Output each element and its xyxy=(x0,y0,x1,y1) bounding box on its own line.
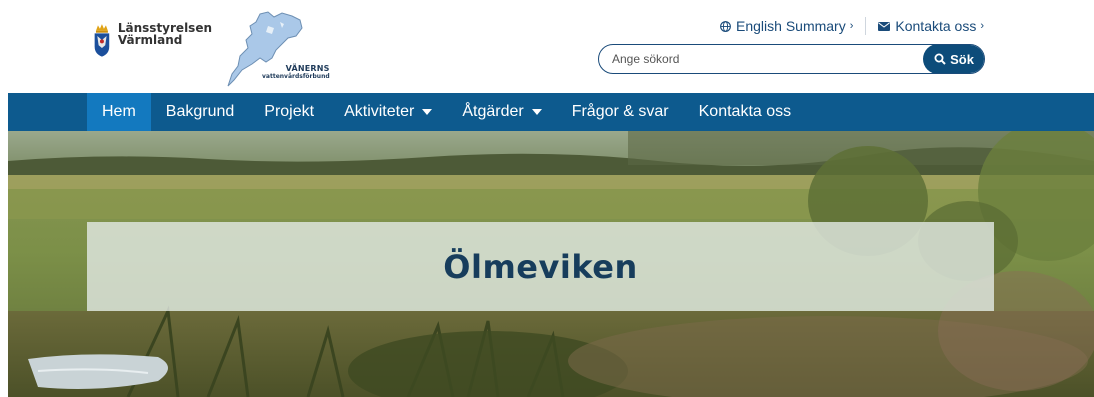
chevron-right-icon: › xyxy=(980,20,984,32)
search-icon xyxy=(934,53,946,65)
nav-item-aktiviteter[interactable]: Aktiviteter xyxy=(329,93,447,131)
logo-text: Länsstyrelsen Värmland xyxy=(118,22,212,46)
logo-line2: Värmland xyxy=(117,33,183,47)
envelope-icon xyxy=(878,21,891,31)
nav-item-projekt[interactable]: Projekt xyxy=(249,93,329,131)
contact-label: Kontakta oss xyxy=(895,18,977,34)
page-title: Ölmeviken xyxy=(443,247,638,286)
chevron-right-icon: › xyxy=(849,20,854,32)
site-header: Länsstyrelsen Värmland VÄNERNS vattenvår… xyxy=(0,0,1094,93)
english-summary-link[interactable]: English Summary › xyxy=(720,18,853,34)
coat-of-arms-icon xyxy=(94,24,110,57)
divider xyxy=(865,17,867,35)
nav-item-label: Hem xyxy=(102,103,136,120)
nav-item-fragor-svar[interactable]: Frågor & svar xyxy=(557,93,684,131)
top-links: English Summary › Kontakta oss › xyxy=(720,17,984,35)
nav-item-label: Projekt xyxy=(264,103,315,120)
nav-item-label: Aktiviteter xyxy=(344,103,415,120)
main-navigation: Hem Bakgrund Projekt Aktiviteter Åtgärde… xyxy=(8,93,1094,131)
nav-item-bakgrund[interactable]: Bakgrund xyxy=(151,93,250,131)
contact-link[interactable]: Kontakta oss › xyxy=(878,18,984,34)
english-summary-label: English Summary xyxy=(736,18,846,34)
search-button-label: Sök xyxy=(950,51,974,67)
nav-item-label: Kontakta oss xyxy=(698,103,792,120)
partner-logo-text: VÄNERNS vattenvårdsförbund xyxy=(262,64,330,80)
nav-item-hem[interactable]: Hem xyxy=(87,93,151,131)
partner-line1: VÄNERNS xyxy=(285,64,330,73)
nav-item-label: Frågor & svar xyxy=(571,103,669,120)
nav-item-atgarder[interactable]: Åtgärder xyxy=(447,93,556,131)
nav-item-label: Bakgrund xyxy=(165,103,235,120)
search-button[interactable]: Sök xyxy=(923,45,984,73)
hero-title-box: Ölmeviken xyxy=(87,222,994,311)
caret-down-icon xyxy=(531,109,542,115)
lansstyrelsen-logo[interactable]: Länsstyrelsen Värmland xyxy=(92,14,212,70)
search-bar: Sök xyxy=(598,44,985,74)
nav-item-label: Åtgärder xyxy=(462,103,524,120)
hero-banner: Ölmeviken xyxy=(8,131,1094,397)
vanerns-vattenvardsforbund-logo[interactable]: VÄNERNS vattenvårdsförbund xyxy=(222,8,330,88)
globe-icon xyxy=(720,20,731,32)
partner-line2: vattenvårdsförbund xyxy=(262,73,330,80)
nav-item-kontakta-oss[interactable]: Kontakta oss xyxy=(684,93,807,131)
caret-down-icon xyxy=(422,109,433,115)
search-input[interactable] xyxy=(599,45,923,73)
